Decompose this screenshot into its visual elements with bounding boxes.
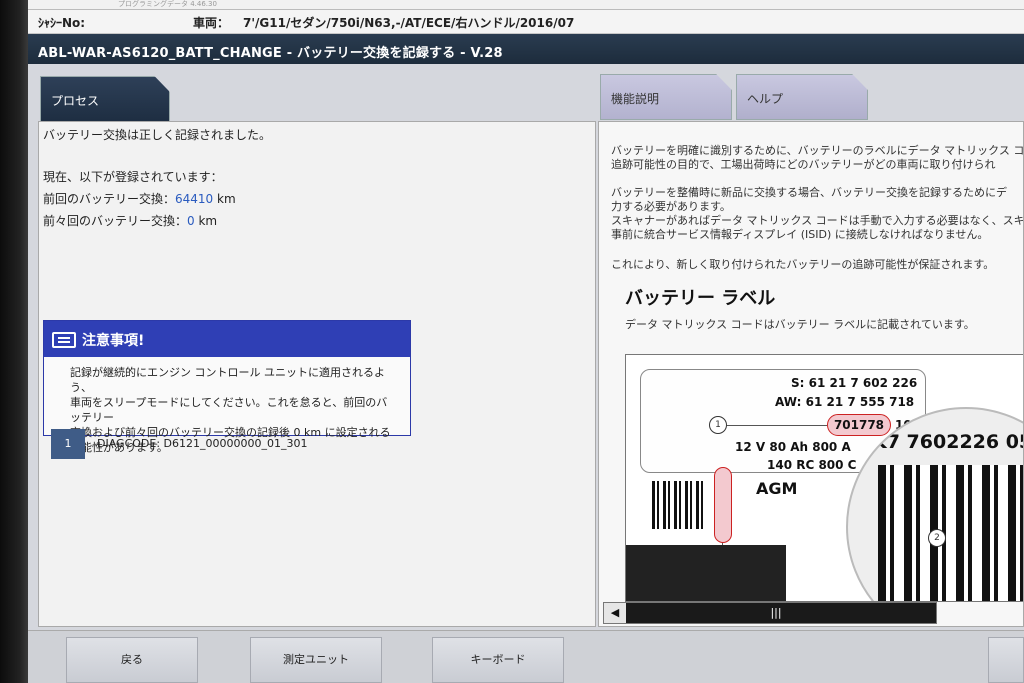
prev-battery-label: 前回のバッテリー交換：: [43, 192, 176, 206]
magnified-qr: [878, 465, 1023, 601]
marker-1: 1: [709, 416, 727, 434]
back-button[interactable]: 戻る: [66, 637, 198, 683]
description-line: これにより、新しく取り付けられたバッテリーの追跡可能性が保証されます。: [611, 258, 995, 271]
label-spec-line-2: 140 RC 800 C: [767, 458, 857, 472]
caution-note-icon: [52, 332, 76, 348]
page-title: ABL-WAR-AS6120_BATT_CHANGE - バッテリー交換を記録す…: [28, 34, 1024, 64]
data-matrix-code: [652, 481, 704, 529]
keyboard-button[interactable]: キーボード: [432, 637, 564, 683]
caution-header: 注意事項!: [44, 321, 410, 357]
prev-battery-unit: km: [217, 192, 236, 206]
label-spec-line-1: 12 V 80 Ah 800 A: [735, 440, 851, 454]
description-line: 事前に統合サービス情報ディスプレイ (ISID) に接続しなければなりません。: [611, 228, 989, 241]
status-message: バッテリー交換は正しく記録されました。: [43, 128, 272, 142]
program-version-strip: プログラミングデータ 4.46.30: [28, 0, 1024, 10]
label-s-line: S: 61 21 7 602 226: [791, 376, 918, 390]
magnified-data-matrix: K7 7602226 05 2: [846, 407, 1024, 601]
battery-label-image: S: 61 21 7 602 226 AW: 61 21 7 555 718 1…: [625, 354, 1024, 602]
function-description-panel: バッテリーを明確に識別するために、バッテリーのラベルにデータ マトリックス コ …: [598, 121, 1024, 627]
measurement-unit-button[interactable]: 測定ユニット: [250, 637, 382, 683]
prev-battery-row: 前回のバッテリー交換：64410 km: [43, 190, 236, 207]
chassis-label: ｼｬｼｰNo:: [38, 16, 86, 30]
brand-text: AGM: [756, 479, 798, 498]
caution-box: 注意事項! 記録が継続的にエンジン コントロール ユニットに適用されるよう、 車…: [43, 320, 411, 454]
horizontal-scrollbar[interactable]: ◀ |||: [603, 602, 937, 624]
caution-line: 車両をスリープモードにしてください。これを怠ると、前回のバッテリー: [70, 396, 388, 424]
tab-help[interactable]: ヘルプ: [736, 74, 868, 120]
main-area: プロセス 機能説明 ヘルプ バッテリー交換は正しく記録されました。 現在、以下が…: [28, 64, 1024, 630]
prev-prev-battery-value: 0: [187, 214, 195, 228]
process-panel: バッテリー交換は正しく記録されました。 現在、以下が登録されています： 前回のバ…: [38, 121, 596, 627]
battery-body: [626, 545, 786, 601]
scroll-thumb[interactable]: |||: [766, 606, 786, 620]
caution-line: 記録が継続的にエンジン コントロール ユニットに適用されるよう、: [70, 366, 385, 394]
vehicle-label: 車両：: [193, 16, 230, 30]
tab-function-description[interactable]: 機能説明: [600, 74, 732, 120]
prev-battery-value: 64410: [175, 192, 214, 206]
label-aw-line: AW: 61 21 7 555 718: [775, 395, 915, 409]
prev-prev-battery-label: 前々回のバッテリー交換：: [43, 214, 188, 228]
marker-line: [727, 425, 827, 426]
diagnostic-screen: プログラミングデータ 4.46.30 ｼｬｼｰNo: 車両： 7'/G11/セダ…: [0, 0, 1024, 683]
battery-label-description: データ マトリックス コードはバッテリー ラベルに記載されています。: [625, 318, 975, 331]
magnified-code-text: K7 7602226 05: [872, 431, 1024, 453]
vertical-code-oval: [714, 467, 732, 543]
prev-prev-battery-row: 前々回のバッテリー交換：0 km: [43, 212, 217, 229]
diagcode-text: DIAGCODE: D6121_00000000_01_301: [97, 437, 308, 450]
marker-2: 2: [928, 529, 946, 547]
diagcode-index-badge: 1: [51, 429, 85, 459]
registered-heading: 現在、以下が登録されています：: [43, 170, 223, 184]
caution-title: 注意事項!: [82, 333, 145, 349]
vehicle-value: 7'/G11/セダン/750i/N63,-/AT/ECE/右ハンドル/2016/…: [243, 16, 575, 30]
footer-toolbar: 戻る 測定ユニット キーボード: [28, 630, 1024, 683]
right-edge-button[interactable]: [988, 637, 1024, 683]
vehicle-info-bar: ｼｬｼｰNo: 車両： 7'/G11/セダン/750i/N63,-/AT/ECE…: [28, 10, 1024, 34]
monitor-bezel: [0, 0, 28, 683]
description-line: 追跡可能性の目的で、工場出荷時にどのバッテリーがどの車両に取り付けられ: [611, 158, 996, 171]
prev-prev-battery-unit: km: [198, 214, 218, 228]
tab-process[interactable]: プロセス: [40, 76, 170, 122]
battery-label-heading: バッテリー ラベル: [625, 288, 776, 309]
scroll-left-arrow-icon[interactable]: ◀: [604, 603, 626, 623]
